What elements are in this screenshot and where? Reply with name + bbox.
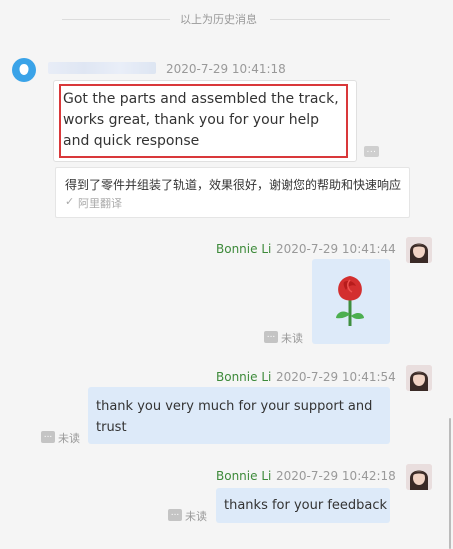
user-icon (19, 64, 29, 75)
message-2-bubble[interactable] (312, 259, 390, 344)
rose-emoji-icon (336, 276, 364, 326)
message-3-text: thank you very much for your support and… (96, 399, 373, 435)
translation-text: 得到了零件并组装了轨道，效果很好，谢谢您的帮助和快速响应 (65, 178, 402, 192)
history-divider-label: 以上为历史消息 (180, 13, 257, 26)
message-2-status-icon: ... (264, 331, 278, 343)
message-1-text: Got the parts and assembled the track, w… (63, 91, 339, 149)
check-icon: ✓ (65, 195, 75, 208)
scrollbar-thumb[interactable] (449, 418, 451, 549)
message-1-more-button[interactable]: ... (364, 146, 379, 157)
message-2-time: 2020-7-29 10:41:44 (276, 242, 396, 256)
bonnie-avatar[interactable] (406, 237, 432, 263)
message-4-sender: Bonnie Li (216, 469, 272, 483)
message-4-time: 2020-7-29 10:42:18 (276, 469, 396, 483)
message-4-status-icon: ... (168, 509, 182, 521)
message-3-status-icon: ... (41, 431, 55, 443)
message-3-status: 未读 (58, 432, 80, 445)
message-3-time: 2020-7-29 10:41:54 (276, 370, 396, 384)
message-2-sender: Bonnie Li (216, 242, 272, 256)
message-2-status: 未读 (281, 332, 303, 345)
history-divider-right (270, 19, 390, 20)
history-divider-left (62, 19, 170, 20)
translation-source: 阿里翻译 (78, 197, 122, 210)
translation-card: 得到了零件并组装了轨道，效果很好，谢谢您的帮助和快速响应 ✓ 阿里翻译 (55, 167, 410, 218)
person-photo-icon (406, 464, 432, 490)
person-photo-icon (406, 365, 432, 391)
bonnie-avatar[interactable] (406, 365, 432, 391)
customer-avatar[interactable] (12, 58, 36, 82)
message-4-bubble[interactable]: thanks for your feedback (216, 488, 390, 523)
message-3-bubble[interactable]: thank you very much for your support and… (88, 387, 390, 444)
person-photo-icon (406, 237, 432, 263)
message-4-text: thanks for your feedback (224, 498, 388, 513)
message-1-time: 2020-7-29 10:41:18 (166, 62, 286, 76)
bonnie-avatar[interactable] (406, 464, 432, 490)
customer-name-blurred (48, 62, 156, 74)
message-4-status: 未读 (185, 510, 207, 523)
message-3-sender: Bonnie Li (216, 370, 272, 384)
